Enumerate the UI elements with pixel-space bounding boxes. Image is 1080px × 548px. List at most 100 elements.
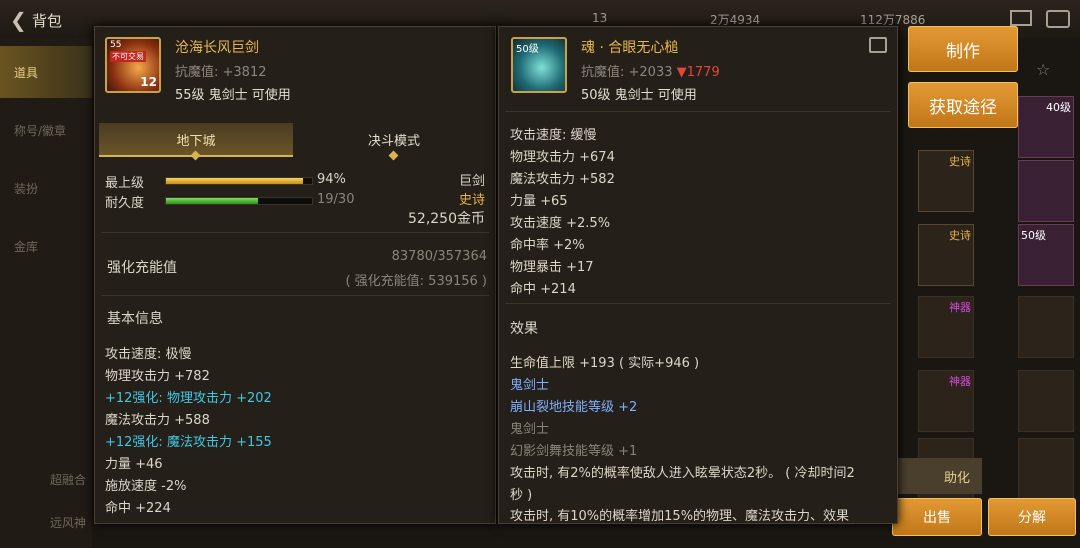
durability-label: 耐久度 — [105, 196, 145, 211]
stat-line-enhance: +12强化: 魔法攻击力 +155 — [105, 435, 272, 450]
top-grade-value: 94% — [317, 172, 346, 187]
effect-line: 攻击时, 有2%的概率使敌人进入眩晕状态2秒。 ( 冷却时间2 — [510, 466, 855, 481]
inventory-slot[interactable] — [1018, 438, 1074, 500]
stat-line: 力量 +46 — [105, 457, 163, 472]
durability-bar-fill — [166, 198, 258, 204]
enhance-badge: 12 — [140, 75, 157, 89]
sidebar-item-wind[interactable]: 远风神 — [0, 496, 92, 548]
resist-diff: ▼1779 — [676, 65, 720, 80]
item-requirement: 50级 鬼剑士 可使用 — [581, 88, 697, 103]
price-label: 52,250金币 — [408, 211, 485, 227]
inventory-slot[interactable] — [1018, 160, 1074, 222]
divider — [505, 111, 891, 112]
obtain-route-button[interactable]: 获取途径 — [908, 82, 1018, 128]
durability-bar — [165, 197, 313, 205]
tab-dungeon[interactable]: 地下城 — [99, 123, 293, 161]
inventory-slot[interactable]: 史诗 — [918, 224, 974, 286]
divider — [505, 303, 891, 304]
mode-tabs: 地下城 决斗模式 — [99, 123, 491, 161]
top-grade-bar — [165, 177, 313, 185]
chat-icon[interactable] — [1046, 10, 1070, 28]
item-level-badge: 55 — [110, 40, 122, 50]
rarity-label: 史诗 — [458, 193, 485, 208]
slot-level: 50级 — [1021, 229, 1046, 242]
inventory-slot[interactable]: 40级 — [1018, 96, 1074, 158]
charge-sub: ( 强化充能值: 539156 ) — [345, 274, 487, 289]
divider — [101, 295, 489, 296]
stat-line: 攻击速度 +2.5% — [510, 216, 611, 231]
tab-diamond-icon — [190, 150, 201, 161]
effect-skill-line: 崩山裂地技能等级 +2 — [510, 400, 638, 415]
charge-label: 强化充能值 — [107, 260, 177, 276]
stat-line: 攻击速度: 缓慢 — [510, 128, 597, 143]
tab-diamond-icon — [388, 150, 399, 161]
assist-button[interactable]: 助化 — [896, 458, 982, 494]
stat-line: 命中率 +2% — [510, 238, 585, 253]
sidebar-item-titles[interactable]: 称号/徽章 — [0, 104, 92, 156]
stat-line: 物理暴击 +17 — [510, 260, 594, 275]
inventory-slot[interactable] — [1018, 370, 1074, 432]
divider — [101, 232, 489, 233]
stat-line-enhance: +12强化: 物理攻击力 +202 — [105, 391, 272, 406]
tab-duel[interactable]: 决斗模式 — [297, 123, 491, 161]
stat-line: 力量 +65 — [510, 194, 568, 209]
untradeable-badge: 不可交易 — [110, 51, 146, 62]
item-name: 魂 · 合眼无心槌 — [581, 40, 679, 56]
inventory-slot[interactable]: 神器 — [918, 370, 974, 432]
make-button[interactable]: 制作 — [908, 26, 1018, 72]
back-arrow-icon[interactable]: ❮ — [10, 8, 27, 32]
stat-line: 物理攻击力 +674 — [510, 150, 615, 165]
item-tooltip-equipped: 55 不可交易 12 沧海长风巨剑 抗魔值: +3812 55级 鬼剑士 可使用… — [94, 26, 496, 524]
item-resist: 抗魔值: +3812 — [175, 65, 267, 80]
sidebar: 道具 称号/徽章 装扮 金库 超融合 远风神 — [0, 38, 92, 548]
tab-label: 决斗模式 — [367, 133, 420, 149]
weapon-type: 巨剑 — [458, 174, 485, 189]
item-tooltip-compare: 50级 魂 · 合眼无心槌 抗魔值: +2033 ▼1779 50级 鬼剑士 可… — [498, 26, 898, 524]
stat-line: 魔法攻击力 +588 — [105, 413, 210, 428]
effect-line: 生命值上限 +193 ( 实际+946 ) — [510, 356, 700, 371]
stat-line: 物理攻击力 +782 — [105, 369, 210, 384]
item-level-badge: 50级 — [516, 44, 539, 55]
slot-rarity-tag: 史诗 — [949, 229, 971, 242]
page-title: 背包 — [32, 12, 63, 30]
sell-button[interactable]: 出售 — [892, 498, 982, 536]
mail-icon[interactable] — [1010, 10, 1032, 26]
inventory-slot[interactable]: 神器 — [918, 296, 974, 358]
stat-line: 命中 +224 — [105, 501, 171, 516]
effect-class-line: 鬼剑士 — [510, 378, 550, 393]
slot-level: 40级 — [1046, 101, 1071, 114]
star-icon[interactable]: ☆ — [1036, 60, 1050, 79]
effect-line: 攻击时, 有10%的概率增加15%的物理、魔法攻击力、效果 — [510, 509, 850, 524]
item-resist: 抗魔值: +2033 ▼1779 — [581, 61, 720, 80]
basic-info-title: 基本信息 — [107, 311, 163, 327]
inventory-slot[interactable] — [1018, 296, 1074, 358]
sidebar-item-props[interactable]: 道具 — [0, 46, 92, 98]
disassemble-button[interactable]: 分解 — [988, 498, 1076, 536]
inventory-slot[interactable]: 史诗 — [918, 150, 974, 212]
effect-title: 效果 — [510, 321, 538, 337]
sidebar-item-vault[interactable]: 金库 — [0, 220, 92, 272]
stat-line: 魔法攻击力 +582 — [510, 172, 615, 187]
share-icon[interactable] — [869, 37, 887, 53]
slot-rarity-tag: 史诗 — [949, 155, 971, 168]
slot-rarity-tag: 神器 — [949, 301, 971, 314]
slot-rarity-tag: 神器 — [949, 375, 971, 388]
effect-class-line: 鬼剑士 — [510, 422, 550, 437]
item-resist-value: 抗魔值: +2033 — [581, 65, 673, 80]
top-grade-label: 最上级 — [105, 176, 145, 191]
charge-value: 83780/357364 — [391, 249, 487, 264]
effect-line: 秒 ) — [510, 488, 533, 503]
inventory-slot[interactable]: 50级 — [1018, 224, 1074, 286]
item-name: 沧海长风巨剑 — [175, 40, 259, 56]
stat-line: 命中 +214 — [510, 282, 576, 297]
stat-line: 攻击速度: 极慢 — [105, 347, 192, 362]
greatsword-icon: 55 不可交易 12 — [105, 37, 161, 93]
tab-label: 地下城 — [176, 133, 216, 149]
effect-skill-line: 幻影剑舞技能等级 +1 — [510, 444, 638, 459]
top-grade-bar-fill — [166, 178, 304, 184]
inventory-grid: 史诗 史诗 50级 神器 神器 — [898, 120, 1080, 500]
sidebar-item-outfits[interactable]: 装扮 — [0, 162, 92, 214]
currency-count-1: 13 — [592, 11, 608, 25]
durability-value: 19/30 — [317, 192, 355, 207]
hammer-icon: 50级 — [511, 37, 567, 93]
